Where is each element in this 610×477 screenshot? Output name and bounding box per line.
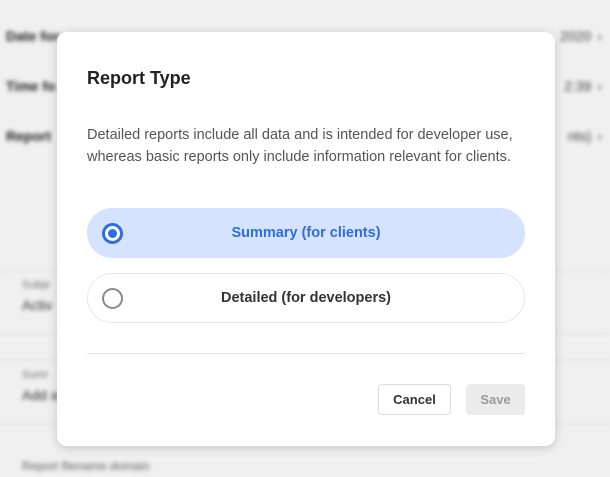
radio-selected-icon[interactable] [102,223,123,244]
option-detailed[interactable]: Detailed (for developers) [87,273,525,323]
option-label: Summary (for clients) [231,225,381,241]
radio-unselected-icon[interactable] [102,288,123,309]
save-button[interactable]: Save [466,384,525,415]
divider [87,353,525,354]
option-summary[interactable]: Summary (for clients) [87,208,525,258]
option-label: Detailed (for developers) [220,290,391,306]
cancel-button[interactable]: Cancel [378,384,451,415]
report-type-dialog: Report Type Detailed reports include all… [57,32,555,446]
dialog-title: Report Type [87,68,191,88]
page: Date for 2020 › Time fo 2:39 › Report nts)… [0,0,610,477]
dialog-description: Detailed reports include all data and is… [87,127,513,165]
